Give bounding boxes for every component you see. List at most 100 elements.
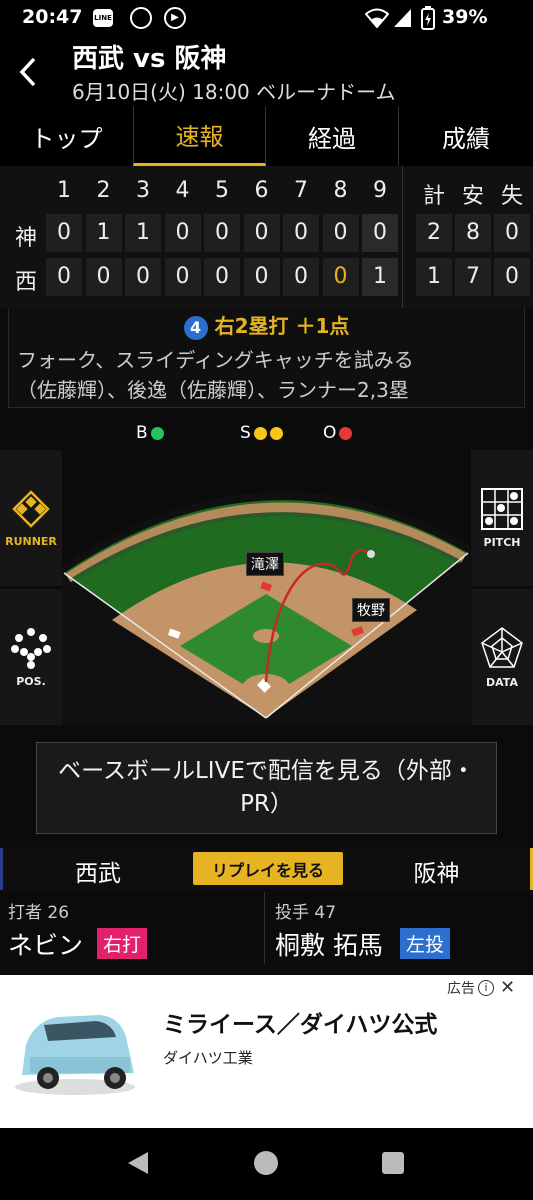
pitcher-name: 桐敷 拓馬 bbox=[275, 931, 383, 960]
strike-dot bbox=[253, 426, 267, 440]
team-bar: 西武 リプレイを見る 阪神 bbox=[0, 848, 533, 890]
pitch-button[interactable]: PITCH bbox=[471, 450, 533, 586]
inning-score: 0 bbox=[333, 220, 348, 245]
batter-card[interactable]: 打者 26 ネビン 右打 bbox=[0, 892, 265, 964]
inning-header: 6 bbox=[254, 178, 269, 203]
live-stream-button[interactable]: ベースボールLIVEで配信を見る（外部・PR） bbox=[36, 742, 497, 834]
tab-label: 経過 bbox=[308, 124, 356, 153]
inning-score: 0 bbox=[175, 264, 190, 289]
total-header: 計 bbox=[422, 184, 445, 209]
totals-divider bbox=[402, 166, 403, 308]
batter-order-badge: 4 bbox=[183, 315, 208, 340]
line-app-icon: LINE bbox=[93, 9, 113, 27]
tab-stats[interactable]: 成績 bbox=[399, 106, 533, 166]
live-stream-label: ベースボールLIVEで配信を見る（外部・PR） bbox=[58, 758, 475, 817]
strikes-indicator: S bbox=[240, 423, 283, 443]
ad-choices[interactable]: 広告 i ✕ bbox=[447, 977, 515, 998]
outs-label: O bbox=[323, 423, 337, 443]
inning-score: 0 bbox=[254, 220, 269, 245]
ad-banner[interactable]: ミライース／ダイハツ公式 ダイハツ工業 広告 i ✕ bbox=[0, 975, 533, 1128]
total-value: 0 bbox=[505, 264, 519, 289]
back-arrow-icon[interactable] bbox=[18, 56, 40, 88]
nav-home-icon[interactable] bbox=[253, 1150, 279, 1176]
inning-score: 0 bbox=[57, 220, 71, 245]
batter-number: 26 bbox=[47, 903, 70, 923]
ad-image[interactable] bbox=[0, 975, 150, 1128]
play-detail-line2: （佐藤輝）、後逸（佐藤輝）、ランナー2,3塁 bbox=[17, 378, 409, 402]
total-value: 7 bbox=[466, 264, 480, 289]
batter-role: 打者 26 bbox=[8, 903, 70, 923]
nav-back-icon[interactable] bbox=[126, 1150, 150, 1176]
runner-diamond-icon bbox=[12, 489, 50, 528]
inning-score: 0 bbox=[136, 264, 150, 289]
team-right[interactable]: 阪神 bbox=[343, 854, 530, 888]
inning-score: 0 bbox=[294, 220, 308, 245]
total-header: 失 bbox=[500, 184, 523, 209]
runner-button[interactable]: RUNNER bbox=[0, 450, 62, 586]
tab-label: 成績 bbox=[442, 124, 490, 153]
pitcher-card[interactable]: 投手 47 桐敷 拓馬 左投 bbox=[267, 892, 533, 964]
ad-sponsor: ダイハツ工業 bbox=[163, 1049, 253, 1067]
inning-header: 7 bbox=[294, 178, 308, 203]
replay-button[interactable]: リプレイを見る bbox=[193, 852, 343, 885]
positions-icon bbox=[11, 627, 51, 669]
inning-header: 9 bbox=[373, 178, 387, 203]
ad-title[interactable]: ミライース／ダイハツ公式 bbox=[163, 1005, 437, 1039]
nav-recents-icon[interactable] bbox=[381, 1151, 405, 1175]
balls-label: B bbox=[136, 423, 148, 443]
tab-live[interactable]: 速報 bbox=[133, 106, 266, 166]
inning-score: 1 bbox=[96, 220, 111, 245]
balls-indicator: B bbox=[136, 423, 164, 443]
runner-label-2: 牧野 bbox=[352, 598, 390, 622]
tab-label: トップ bbox=[30, 124, 103, 153]
batter-hand-badge: 右打 bbox=[97, 928, 148, 959]
field-view: RUNNER POS. PITCH DATA 滝澤 牧野 bbox=[0, 450, 533, 725]
pitcher-number: 47 bbox=[314, 903, 337, 923]
tab-progress[interactable]: 経過 bbox=[266, 106, 399, 166]
inning-score: 0 bbox=[254, 264, 269, 289]
game-title: 西武 vs 阪神 bbox=[72, 44, 227, 74]
position-button[interactable]: POS. bbox=[0, 589, 62, 725]
replay-label: リプレイを見る bbox=[211, 860, 324, 880]
total-value: 0 bbox=[505, 220, 519, 245]
app-header: 西武 vs 阪神 6月10日(火) 18:00 ベルーナドーム bbox=[0, 36, 533, 106]
data-button[interactable]: DATA bbox=[471, 589, 533, 725]
inning-header: 3 bbox=[136, 178, 150, 203]
wifi-icon bbox=[365, 8, 389, 28]
pos-label: POS. bbox=[16, 674, 46, 688]
ad-tag: 広告 bbox=[447, 980, 475, 997]
pitcher-role: 投手 47 bbox=[275, 903, 337, 923]
strike-dot bbox=[269, 426, 283, 440]
ball-landing-marker bbox=[367, 550, 375, 558]
ball-dot bbox=[150, 426, 164, 440]
ad-close-icon[interactable]: ✕ bbox=[500, 977, 515, 998]
inning-score: 0 bbox=[96, 264, 111, 289]
ad-info-icon[interactable]: i bbox=[478, 979, 494, 996]
tab-top[interactable]: トップ bbox=[0, 106, 133, 166]
play-headline: 4 右2塁打 ＋1点 bbox=[9, 310, 524, 340]
total-value: 2 bbox=[427, 220, 441, 245]
inning-header: 8 bbox=[333, 178, 348, 203]
battery-percent: 39% bbox=[442, 6, 488, 28]
radar-chart-icon bbox=[481, 626, 523, 668]
team-left[interactable]: 西武 bbox=[3, 854, 193, 888]
matchup-panel: 打者 26 ネビン 右打 投手 47 桐敷 拓馬 左投 bbox=[0, 892, 533, 970]
inning-header: 2 bbox=[96, 178, 111, 203]
inning-score: 1 bbox=[373, 264, 387, 289]
strikes-label: S bbox=[240, 423, 251, 443]
pitcher-hand-badge: 左投 bbox=[400, 928, 451, 959]
car-image-icon bbox=[15, 1015, 135, 1095]
inning-header: 5 bbox=[215, 178, 229, 203]
total-header: 安 bbox=[461, 184, 484, 209]
total-value: 1 bbox=[427, 264, 441, 289]
baseball-field bbox=[62, 492, 470, 725]
baseball-app-icon bbox=[130, 7, 152, 29]
play-title: 右2塁打 ＋1点 bbox=[214, 314, 350, 338]
inning-score: 0 bbox=[333, 264, 348, 289]
inning-score: 0 bbox=[373, 220, 387, 245]
inning-score: 0 bbox=[175, 220, 190, 245]
out-dot bbox=[339, 426, 353, 440]
inning-score: 0 bbox=[215, 220, 229, 245]
play-description: 4 右2塁打 ＋1点 フォーク、スライディングキャッチを試みる （佐藤輝）、後逸… bbox=[8, 308, 525, 408]
scoreboard: 123456789計安失神011000000280西000000001170 bbox=[0, 166, 533, 308]
